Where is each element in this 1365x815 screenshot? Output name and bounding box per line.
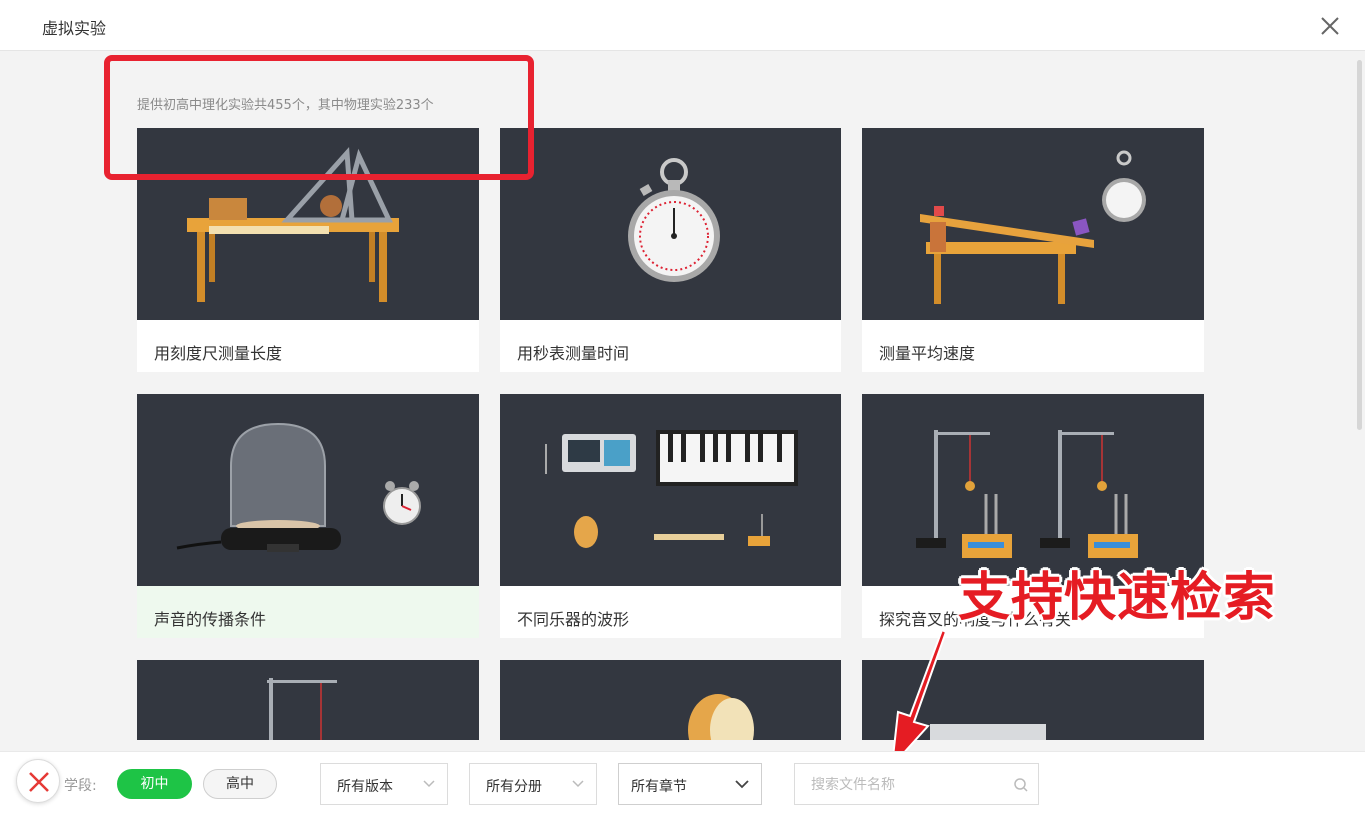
chevron-down-icon: [423, 780, 435, 788]
instruments-illustration: [500, 394, 841, 586]
annotation-highlight-box: [104, 55, 534, 180]
close-filter-button[interactable]: [16, 759, 60, 803]
annotation-callout: 支持快速检索: [958, 568, 1277, 628]
stage-junior-button[interactable]: 初中: [117, 769, 192, 799]
annotation-arrow-icon: [890, 630, 948, 769]
incline-stopwatch-illustration: [862, 128, 1204, 320]
volume-select[interactable]: 所有分册: [469, 763, 597, 805]
experiment-title: 测量平均速度: [879, 344, 976, 363]
close-icon: [29, 772, 49, 792]
experiment-title: 用秒表测量时间: [517, 344, 630, 363]
filter-bar: 学段: 初中 高中 所有版本 所有分册 所有章节: [0, 751, 1365, 815]
experiment-title: 用刻度尺测量长度: [154, 344, 283, 363]
search-input[interactable]: [811, 775, 1001, 795]
experiment-card[interactable]: [500, 660, 841, 740]
window-title: 虚拟实验: [42, 19, 107, 38]
scrollbar[interactable]: [1357, 60, 1362, 430]
experiment-card[interactable]: 用秒表测量时间: [500, 128, 841, 372]
stage-label: 学段:: [64, 778, 97, 794]
chapter-select[interactable]: 所有章节: [618, 763, 762, 805]
experiment-title: 不同乐器的波形: [517, 610, 630, 629]
close-icon[interactable]: [1316, 12, 1344, 40]
chevron-down-icon: [735, 780, 749, 789]
bell-jar-illustration: [137, 394, 479, 586]
version-select[interactable]: 所有版本: [320, 763, 448, 805]
search-icon[interactable]: [1013, 777, 1029, 793]
experiment-card[interactable]: [137, 660, 479, 740]
version-select-value: 所有版本: [337, 779, 393, 795]
volume-select-value: 所有分册: [486, 779, 542, 795]
experiment-grid: 用刻度尺测量长度 用秒表测量时间 测量平均速度 声音的传播条件 不同乐器的波形 …: [137, 128, 1204, 740]
experiment-title: 声音的传播条件: [137, 586, 479, 638]
stopwatch-illustration: [500, 128, 841, 320]
experiment-card[interactable]: 不同乐器的波形: [500, 394, 841, 638]
title-bar: 虚拟实验: [0, 0, 1365, 51]
drum-illustration: [500, 660, 841, 740]
experiment-card[interactable]: 测量平均速度: [862, 128, 1204, 372]
search-box[interactable]: [794, 763, 1039, 805]
pendulum-stand-illustration: [137, 660, 479, 740]
chevron-down-icon: [572, 780, 584, 788]
stage-senior-button[interactable]: 高中: [203, 769, 277, 799]
experiment-card[interactable]: 声音的传播条件: [137, 394, 479, 638]
chapter-select-value: 所有章节: [631, 779, 687, 795]
